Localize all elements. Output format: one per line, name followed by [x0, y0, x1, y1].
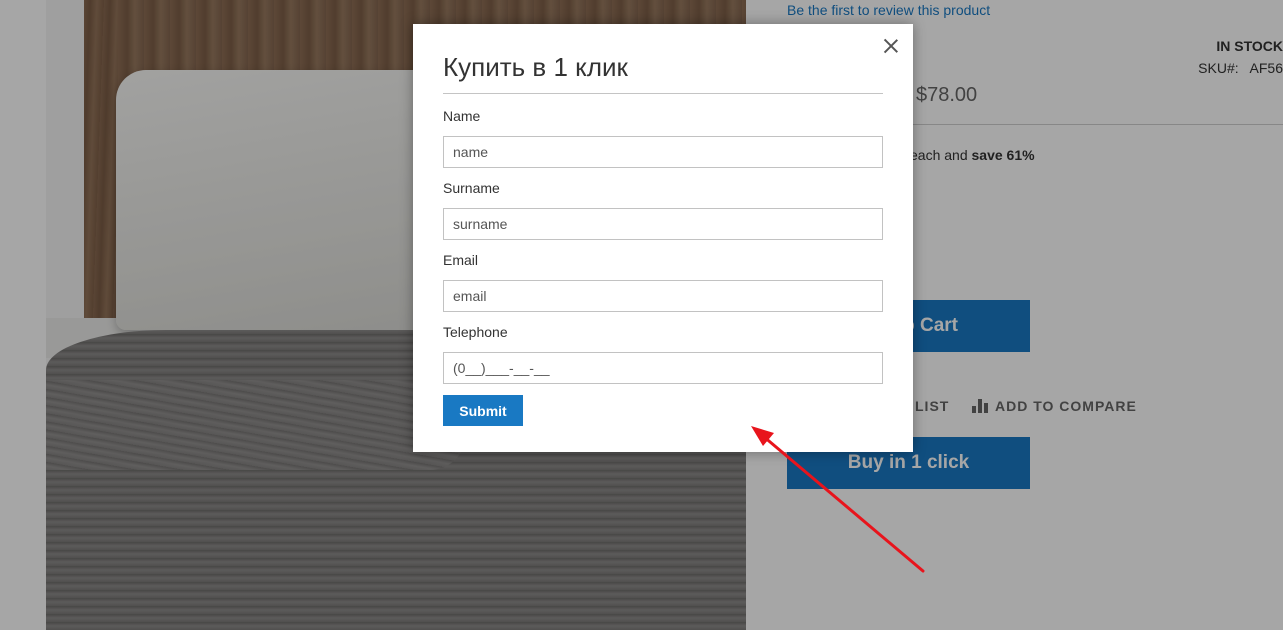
surname-input[interactable]: [443, 208, 883, 240]
email-input[interactable]: [443, 280, 883, 312]
surname-label: Surname: [443, 180, 500, 196]
name-input[interactable]: [443, 136, 883, 168]
buy-one-click-modal: Купить в 1 клик Name Surname Email Telep…: [413, 24, 913, 452]
email-label: Email: [443, 252, 479, 268]
modal-title: Купить в 1 клик: [443, 52, 628, 82]
close-icon[interactable]: [881, 36, 901, 56]
title-divider: [443, 93, 883, 94]
telephone-label: Telephone: [443, 324, 508, 340]
telephone-input[interactable]: [443, 352, 883, 384]
name-label: Name: [443, 108, 481, 124]
submit-button[interactable]: Submit: [443, 395, 523, 426]
